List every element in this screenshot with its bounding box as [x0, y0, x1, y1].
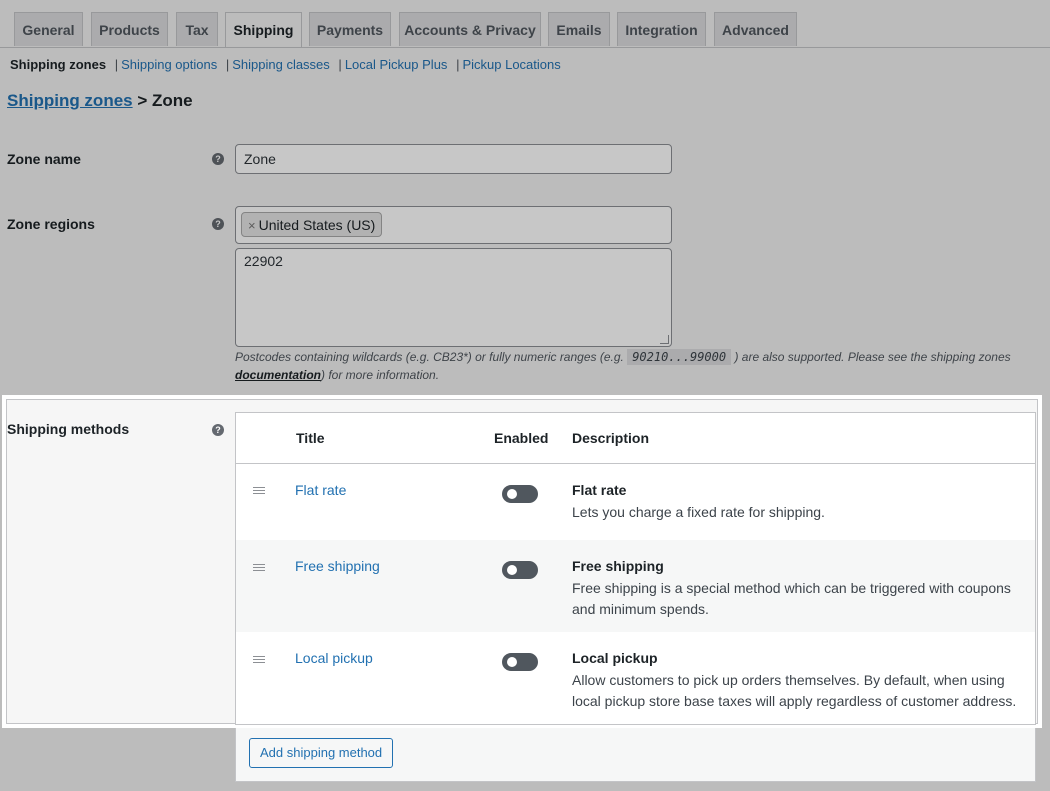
- table-row: Local pickup Local pickup Allow customer…: [236, 632, 1035, 724]
- tab-tax[interactable]: Tax: [176, 12, 218, 46]
- zone-name-input[interactable]: Zone: [235, 144, 672, 174]
- breadcrumb: Shipping zones > Zone: [7, 91, 193, 111]
- shipping-methods-label: Shipping methods: [7, 421, 130, 437]
- drag-handle-icon[interactable]: [253, 564, 265, 573]
- method-title-link[interactable]: Flat rate: [295, 482, 346, 498]
- drag-handle-icon[interactable]: [253, 656, 265, 665]
- tab-accounts-privacy[interactable]: Accounts & Privacy: [399, 12, 541, 46]
- postcodes-help-text: Postcodes containing wildcards (e.g. CB2…: [235, 349, 1011, 382]
- table-row: Flat rate Flat rate Lets you charge a fi…: [236, 464, 1035, 540]
- tab-payments[interactable]: Payments: [309, 12, 391, 46]
- subnav-local-pickup-plus[interactable]: Local Pickup Plus: [345, 57, 448, 72]
- column-description: Description: [572, 430, 650, 446]
- method-title-link[interactable]: Free shipping: [295, 558, 380, 574]
- method-description: Lets you charge a fixed rate for shippin…: [572, 504, 825, 520]
- tab-products[interactable]: Products: [91, 12, 168, 46]
- tab-emails[interactable]: Emails: [548, 12, 610, 46]
- region-chip: × United States (US): [241, 212, 383, 237]
- settings-page: General Products Tax Shipping Payments A…: [0, 0, 1050, 791]
- tab-shipping[interactable]: Shipping: [225, 12, 302, 47]
- tab-advanced[interactable]: Advanced: [714, 12, 797, 46]
- help-icon[interactable]: ?: [212, 424, 224, 436]
- range-example: 90210...99000: [627, 349, 732, 365]
- method-description: Free shipping is a special method which …: [572, 580, 1011, 617]
- column-title: Title: [296, 430, 325, 446]
- resize-handle[interactable]: [660, 335, 669, 344]
- method-name: Free shipping: [572, 558, 664, 574]
- subnav-shipping-options[interactable]: Shipping options: [121, 57, 217, 72]
- subnav-shipping-classes[interactable]: Shipping classes: [232, 57, 330, 72]
- postcodes-value: 22902: [244, 253, 283, 269]
- enabled-toggle[interactable]: [502, 485, 538, 503]
- enabled-toggle[interactable]: [502, 561, 538, 579]
- drag-handle-icon[interactable]: [253, 487, 265, 496]
- method-title-link[interactable]: Local pickup: [295, 650, 373, 666]
- column-enabled: Enabled: [494, 430, 549, 446]
- subnav-current: Shipping zones: [10, 57, 107, 72]
- subnav-pickup-locations[interactable]: Pickup Locations: [462, 57, 560, 72]
- help-icon[interactable]: ?: [212, 153, 224, 165]
- enabled-toggle[interactable]: [502, 653, 538, 671]
- zone-regions-label: Zone regions: [7, 216, 95, 232]
- region-chip-label: United States (US): [258, 217, 376, 233]
- method-description: Allow customers to pick up orders themse…: [572, 672, 1017, 709]
- help-icon[interactable]: ?: [212, 218, 224, 230]
- tab-integration[interactable]: Integration: [617, 12, 706, 46]
- tab-general[interactable]: General: [14, 12, 83, 46]
- add-shipping-method-button[interactable]: Add shipping method: [249, 738, 394, 768]
- settings-tabs: General Products Tax Shipping Payments A…: [0, 12, 1050, 48]
- breadcrumb-shipping-zones-link[interactable]: Shipping zones: [7, 91, 133, 110]
- method-name: Local pickup: [572, 650, 658, 666]
- zone-name-label: Zone name: [7, 151, 81, 167]
- remove-chip-icon[interactable]: ×: [248, 218, 256, 233]
- postcodes-textarea[interactable]: 22902: [235, 248, 672, 347]
- documentation-link[interactable]: documentation: [235, 368, 321, 382]
- table-row: Free shipping Free shipping Free shippin…: [236, 540, 1035, 632]
- shipping-subnav: Shipping zones | Shipping options | Shippi…: [10, 57, 561, 72]
- method-name: Flat rate: [572, 482, 627, 498]
- breadcrumb-current: > Zone: [137, 91, 193, 110]
